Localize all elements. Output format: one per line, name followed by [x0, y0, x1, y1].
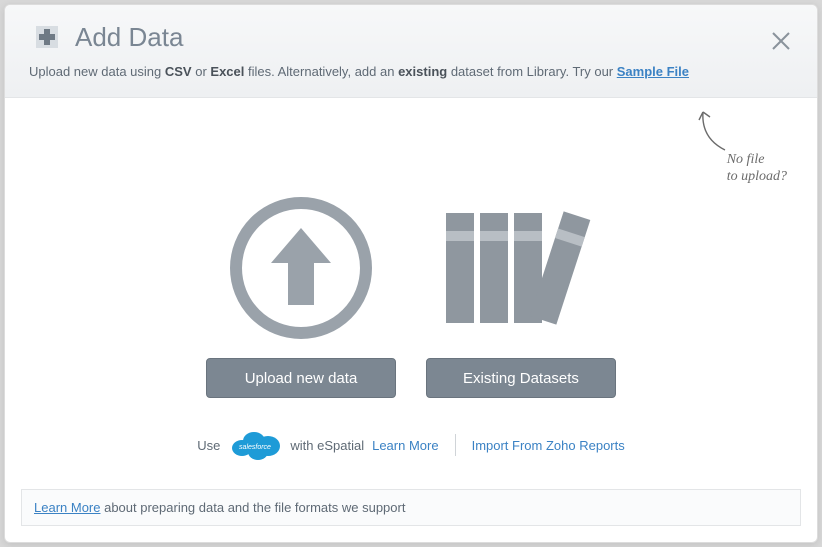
- existing-choice: Existing Datasets: [426, 188, 616, 398]
- divider: [455, 434, 456, 456]
- upload-icon: [206, 188, 396, 348]
- close-icon: [769, 29, 793, 53]
- zoho-import-link[interactable]: Import From Zoho Reports: [472, 438, 625, 453]
- upload-new-data-button[interactable]: Upload new data: [206, 358, 396, 398]
- annotation-line2: to upload?: [727, 169, 787, 186]
- arrow-annotation-icon: [695, 108, 735, 158]
- integration-links: Use salesforce with eSpatial Learn More …: [5, 426, 817, 464]
- modal-footer: Learn More about preparing data and the …: [21, 489, 801, 526]
- modal-title: Add Data: [75, 22, 183, 53]
- footer-text: about preparing data and the file format…: [100, 500, 405, 515]
- svg-text:salesforce: salesforce: [239, 444, 271, 451]
- add-data-icon: [29, 19, 65, 55]
- upload-choice: Upload new data: [206, 188, 396, 398]
- salesforce-learn-more-link[interactable]: Learn More: [372, 438, 438, 453]
- footer-learn-more-link[interactable]: Learn More: [34, 500, 100, 515]
- modal-subtitle: Upload new data using CSV or Excel files…: [29, 63, 793, 81]
- existing-datasets-button[interactable]: Existing Datasets: [426, 358, 616, 398]
- salesforce-icon: salesforce: [228, 426, 282, 464]
- library-icon: [426, 188, 616, 348]
- annotation-line1: No file: [727, 152, 787, 169]
- modal-header: Add Data Upload new data using CSV or Ex…: [5, 5, 817, 98]
- sample-file-link[interactable]: Sample File: [617, 64, 689, 79]
- modal-body: No file to upload? Upload new data: [5, 98, 817, 475]
- add-data-modal: Add Data Upload new data using CSV or Ex…: [4, 4, 818, 543]
- espatial-label: with eSpatial: [290, 438, 364, 453]
- close-button[interactable]: [767, 27, 795, 55]
- annotation-callout: No file to upload?: [695, 108, 787, 186]
- use-label: Use: [197, 438, 220, 453]
